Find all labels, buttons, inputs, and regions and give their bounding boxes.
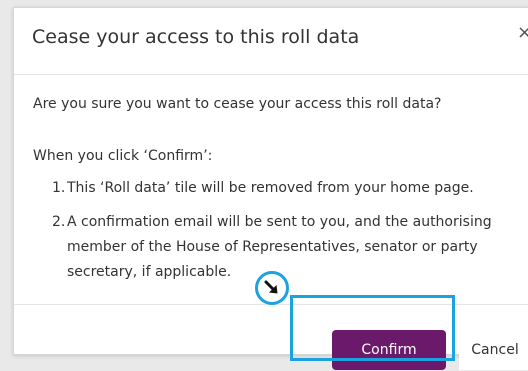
arrow-down-right-icon — [264, 280, 278, 294]
list-item-text: A confirmation email will be sent to you… — [67, 214, 492, 280]
dialog-header: Cease your access to this roll data × — [14, 8, 528, 75]
dialog-footer: Confirm Cancel — [14, 305, 528, 370]
list-item-number: 1. — [52, 180, 66, 196]
confirm-button[interactable]: Confirm — [332, 330, 446, 370]
consequence-list: 1. This ‘Roll data’ tile will be removed… — [52, 176, 528, 294]
pointer-badge — [255, 271, 289, 305]
confirm-lead-text: When you click ‘Confirm’: — [33, 148, 213, 164]
list-item-text: This ‘Roll data’ tile will be removed fr… — [67, 180, 474, 196]
list-item: 2. A confirmation email will be sent to … — [52, 210, 528, 285]
dialog-title: Cease your access to this roll data — [32, 26, 360, 48]
list-item: 1. This ‘Roll data’ tile will be removed… — [52, 176, 528, 201]
confirmation-question: Are you sure you want to cease your acce… — [33, 96, 442, 112]
cancel-button[interactable]: Cancel — [459, 330, 528, 370]
close-icon[interactable]: × — [517, 22, 528, 43]
list-item-number: 2. — [52, 214, 66, 230]
